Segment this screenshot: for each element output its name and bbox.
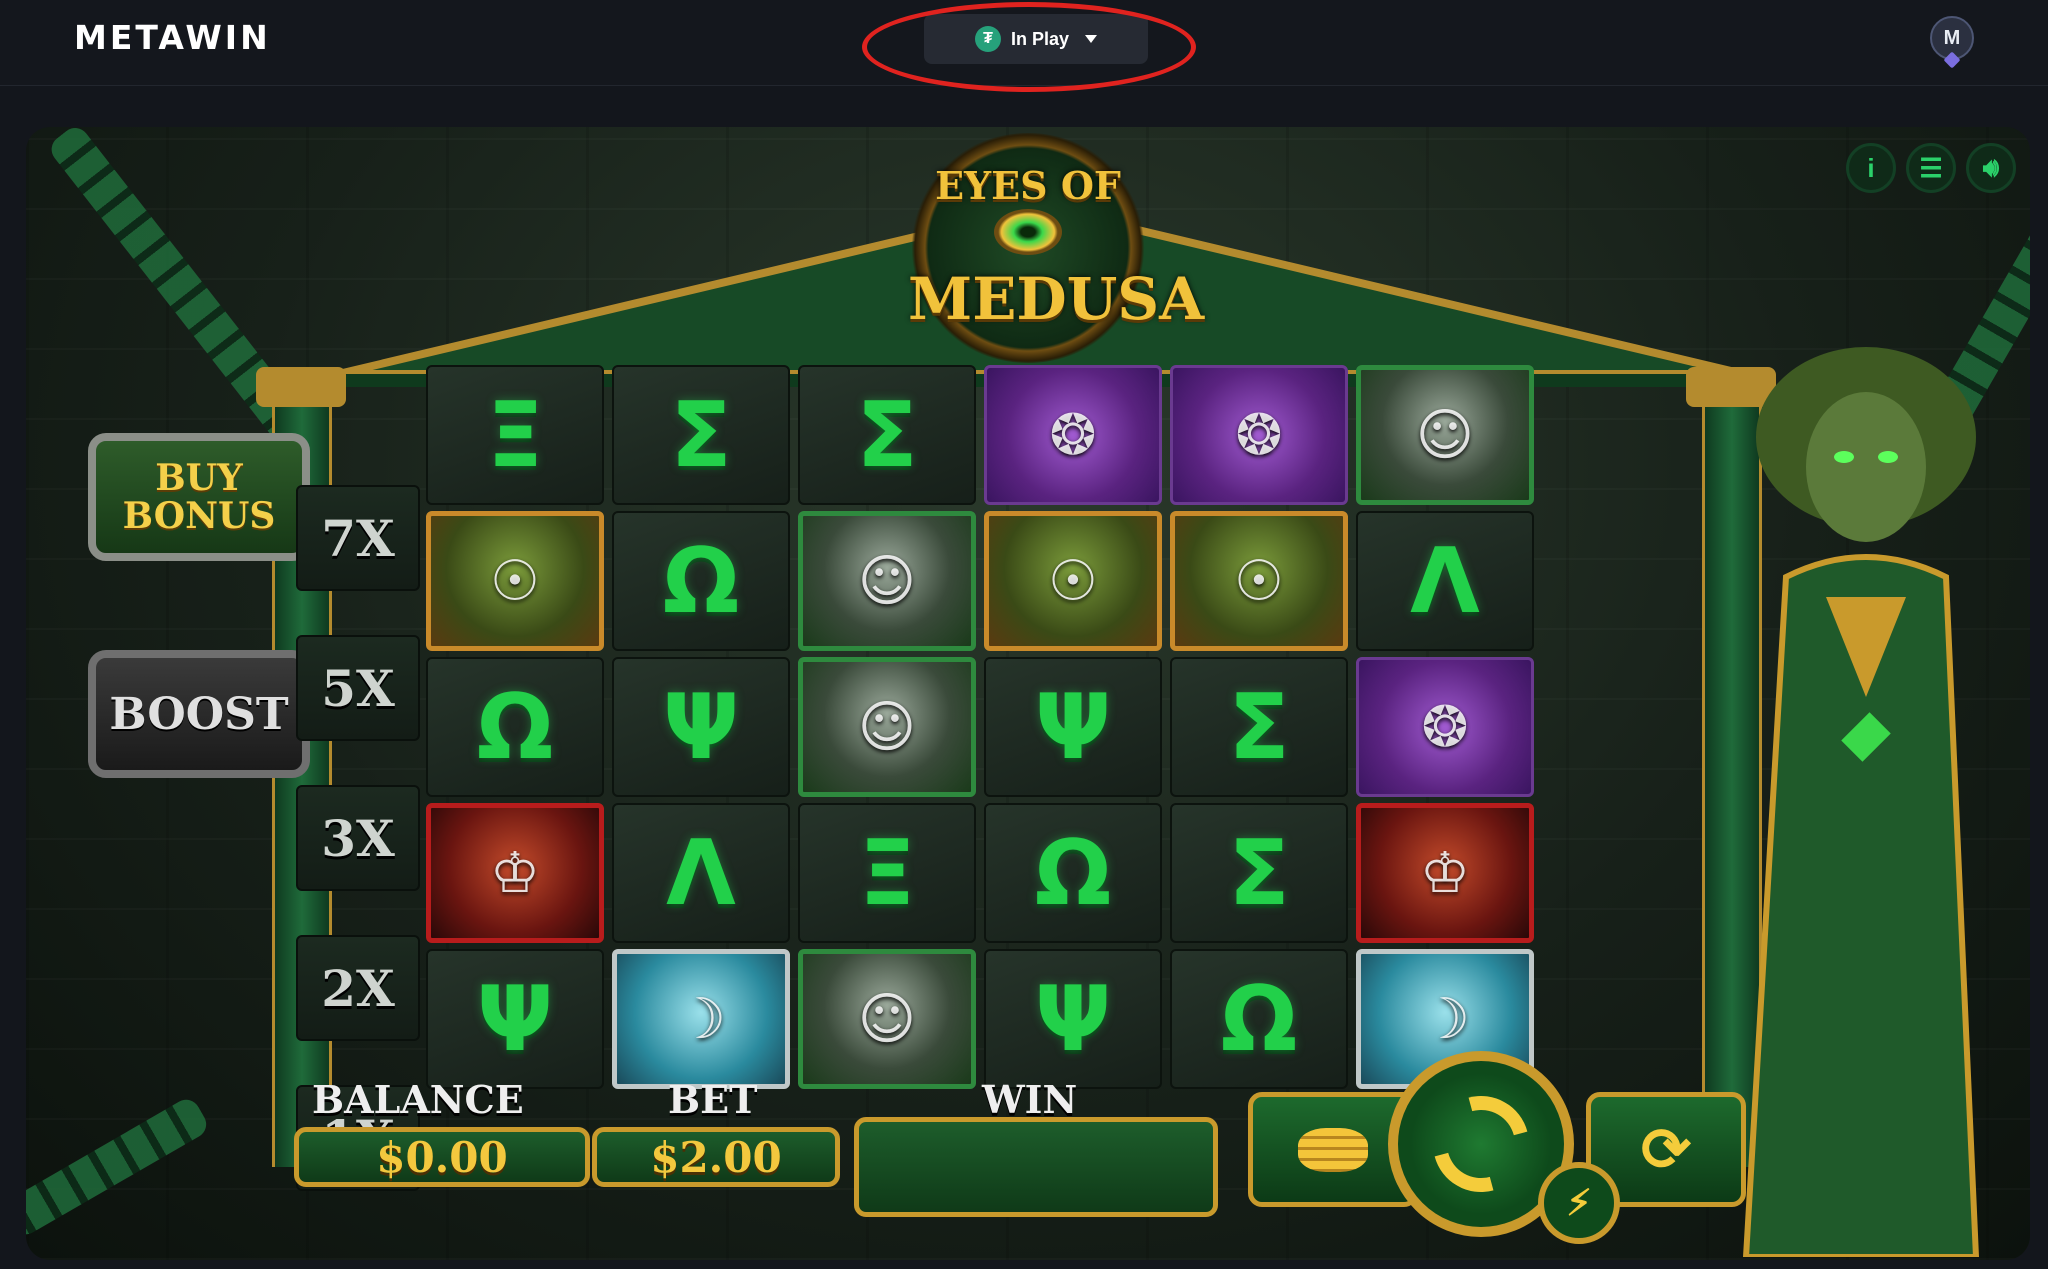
game-title-line1: EYES OF	[935, 163, 1121, 208]
greek-letter-symbol: Ψ	[1034, 674, 1112, 780]
king-icon: ♔	[489, 840, 541, 906]
game-title-line2: MEDUSA	[908, 265, 1205, 333]
buy-bonus-line1: BUY	[155, 457, 243, 499]
spin-icon	[1415, 1078, 1547, 1210]
greek-letter-symbol: Ξ	[486, 382, 544, 488]
reel-symbol-letter: Λ	[1356, 511, 1534, 651]
buy-bonus-button[interactable]: BUY BONUS	[88, 433, 310, 561]
reel-symbol-letter: Ω	[426, 657, 604, 797]
bet-label: BET	[668, 1077, 758, 1122]
reel-symbol-letter: Ξ	[426, 365, 604, 505]
greek-letter-symbol: Σ	[1228, 674, 1290, 780]
greek-letter-symbol: Ω	[1034, 820, 1112, 926]
balance-label: BALANCE	[312, 1077, 524, 1122]
greek-letter-symbol: Ψ	[476, 966, 554, 1072]
reel-symbol-letter: Ψ	[426, 949, 604, 1089]
game-frame[interactable]: EYES OF MEDUSA i ☰ 🔊︎ BUY BONUS BOOST 7X…	[26, 127, 2030, 1260]
hydra-icon: ❂	[1235, 402, 1283, 468]
reel-symbol-statue: ☺	[1356, 365, 1534, 505]
balance-display: $0.00	[294, 1127, 590, 1187]
greek-letter-symbol: Σ	[1228, 820, 1290, 926]
medusa-character-art	[1742, 347, 1980, 1257]
siren-icon: ☽	[675, 986, 727, 1052]
greek-letter-symbol: Ξ	[858, 820, 916, 926]
lightning-icon: ⚡︎	[1566, 1182, 1592, 1223]
reel-symbol-siren: ☽	[612, 949, 790, 1089]
reel-symbol-hydra: ❂	[1356, 657, 1534, 797]
bet-display[interactable]: $2.00	[592, 1127, 840, 1187]
multiplier-5x: 5X	[296, 635, 420, 741]
medusa-icon: ☉	[1047, 548, 1099, 614]
reel-symbol-letter: Ω	[984, 803, 1162, 943]
greek-letter-symbol: Λ	[666, 820, 736, 926]
reel-symbol-letter: Σ	[612, 365, 790, 505]
greek-letter-symbol: Σ	[856, 382, 918, 488]
column-capital-left	[256, 367, 346, 407]
multiplier-3x: 3X	[296, 785, 420, 891]
greek-letter-symbol: Ω	[1220, 966, 1298, 1072]
win-display	[854, 1117, 1218, 1217]
greek-letter-symbol: Ψ	[1034, 966, 1112, 1072]
statue-icon: ☺	[1415, 402, 1475, 468]
reel-symbol-letter: Σ	[1170, 803, 1348, 943]
greek-letter-symbol: Ω	[476, 674, 554, 780]
metawin-logo[interactable]: METAWIN	[74, 18, 271, 57]
reel-symbol-letter: Ξ	[798, 803, 976, 943]
siren-icon: ☽	[1419, 986, 1471, 1052]
reel-symbol-letter: Λ	[612, 803, 790, 943]
eye-icon	[994, 209, 1062, 255]
info-icon: i	[1867, 152, 1875, 183]
greek-letter-symbol: Λ	[1410, 528, 1480, 634]
currency-label: In Play	[1010, 28, 1070, 49]
multiplier-2x: 2X	[296, 935, 420, 1041]
reel-symbol-medusa: ☉	[426, 511, 604, 651]
king-icon: ♔	[1419, 840, 1471, 906]
settings-icon: ☰	[1919, 152, 1943, 183]
medusa-icon: ☉	[1233, 548, 1285, 614]
reel-symbol-hydra: ❂	[1170, 365, 1348, 505]
multiplier-7x: 7X	[296, 485, 420, 591]
reel-symbol-medusa: ☉	[984, 511, 1162, 651]
info-button[interactable]: i	[1846, 143, 1896, 193]
reel-symbol-letter: Ω	[612, 511, 790, 651]
reel-symbol-statue: ☺	[798, 657, 976, 797]
sound-icon: 🔊︎	[1982, 152, 2000, 182]
statue-icon: ☺	[857, 986, 917, 1052]
reel-symbol-king: ♔	[1356, 803, 1534, 943]
greek-letter-symbol: Ω	[662, 528, 740, 634]
reel-symbol-statue: ☺	[798, 511, 976, 651]
win-label: WIN	[982, 1077, 1078, 1122]
greek-letter-symbol: Ψ	[662, 674, 740, 780]
buy-bonus-line2: BONUS	[122, 495, 276, 537]
reel-symbol-statue: ☺	[798, 949, 976, 1089]
reel-symbol-letter: Ψ	[984, 657, 1162, 797]
hydra-icon: ❂	[1049, 402, 1097, 468]
reel-symbol-letter: Ω	[1170, 949, 1348, 1089]
chevron-down-icon	[1085, 35, 1098, 43]
medusa-icon: ☉	[489, 548, 541, 614]
reel-symbol-letter: Σ	[798, 365, 976, 505]
reel-symbol-king: ♔	[426, 803, 604, 943]
statue-icon: ☺	[857, 694, 917, 760]
reel-symbol-letter: Ψ	[612, 657, 790, 797]
game-title-logo: EYES OF MEDUSA	[908, 133, 1205, 363]
reel-symbol-letter: Σ	[1170, 657, 1348, 797]
autoplay-icon: ⟳	[1640, 1115, 1692, 1183]
statue-icon: ☺	[857, 548, 917, 614]
reel-symbol-letter: Ψ	[984, 949, 1162, 1089]
boost-button[interactable]: BOOST	[88, 650, 310, 778]
coins-icon	[1298, 1127, 1368, 1172]
tether-icon: ₮	[974, 26, 1001, 52]
settings-button[interactable]: ☰	[1906, 143, 1956, 193]
avatar-initials: M	[1943, 26, 1961, 49]
greek-letter-symbol: Σ	[670, 382, 732, 488]
top-bar: METAWIN ₮ In Play M	[0, 0, 2048, 92]
reel-symbol-hydra: ❂	[984, 365, 1162, 505]
boost-label: BOOST	[109, 688, 289, 740]
sound-button[interactable]: 🔊︎	[1966, 143, 2016, 193]
currency-selector[interactable]: ₮ In Play	[924, 14, 1148, 64]
turbo-button[interactable]: ⚡︎	[1538, 1162, 1620, 1244]
hydra-icon: ❂	[1421, 694, 1469, 760]
reel-symbol-medusa: ☉	[1170, 511, 1348, 651]
